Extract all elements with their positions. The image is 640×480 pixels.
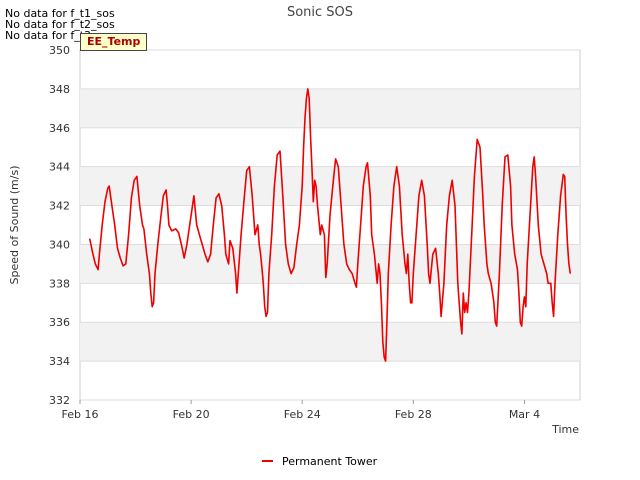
x-tick-label: Feb 24: [284, 408, 321, 421]
grid-band: [80, 322, 580, 362]
y-tick-label: 332: [49, 394, 70, 407]
y-tick-label: 342: [49, 200, 70, 213]
chart-title: Sonic SOS: [287, 5, 353, 20]
y-tick-label: 348: [49, 83, 70, 96]
y-axis-label: Speed of Sound (m/s): [8, 166, 21, 285]
y-tick-label: 344: [49, 161, 70, 174]
chart: 332 334 336 338 340 342 344 346 348 350 Feb 16 Feb…: [8, 5, 581, 436]
grid-band: [80, 88, 580, 128]
x-tick-label: Mar 4: [509, 408, 540, 421]
ee-temp-tag[interactable]: EE_Temp: [80, 33, 148, 51]
y-tick-label: 350: [49, 44, 70, 57]
y-tick-label: 340: [49, 238, 70, 251]
x-tick-label: Feb 20: [173, 408, 210, 421]
legend[interactable]: Permanent Tower: [262, 453, 377, 469]
y-tick-label: 336: [49, 316, 70, 329]
y-tick-label: 346: [49, 122, 70, 135]
legend-swatch: [262, 460, 273, 462]
legend-label: Permanent Tower: [282, 454, 378, 468]
x-tick-label: Feb 28: [395, 408, 432, 421]
y-tick-label: 338: [49, 277, 70, 290]
x-axis-label: Time: [551, 423, 579, 436]
x-tick-label: Feb 16: [62, 408, 99, 421]
grid-band: [80, 166, 580, 206]
y-tick-label: 334: [49, 355, 70, 368]
